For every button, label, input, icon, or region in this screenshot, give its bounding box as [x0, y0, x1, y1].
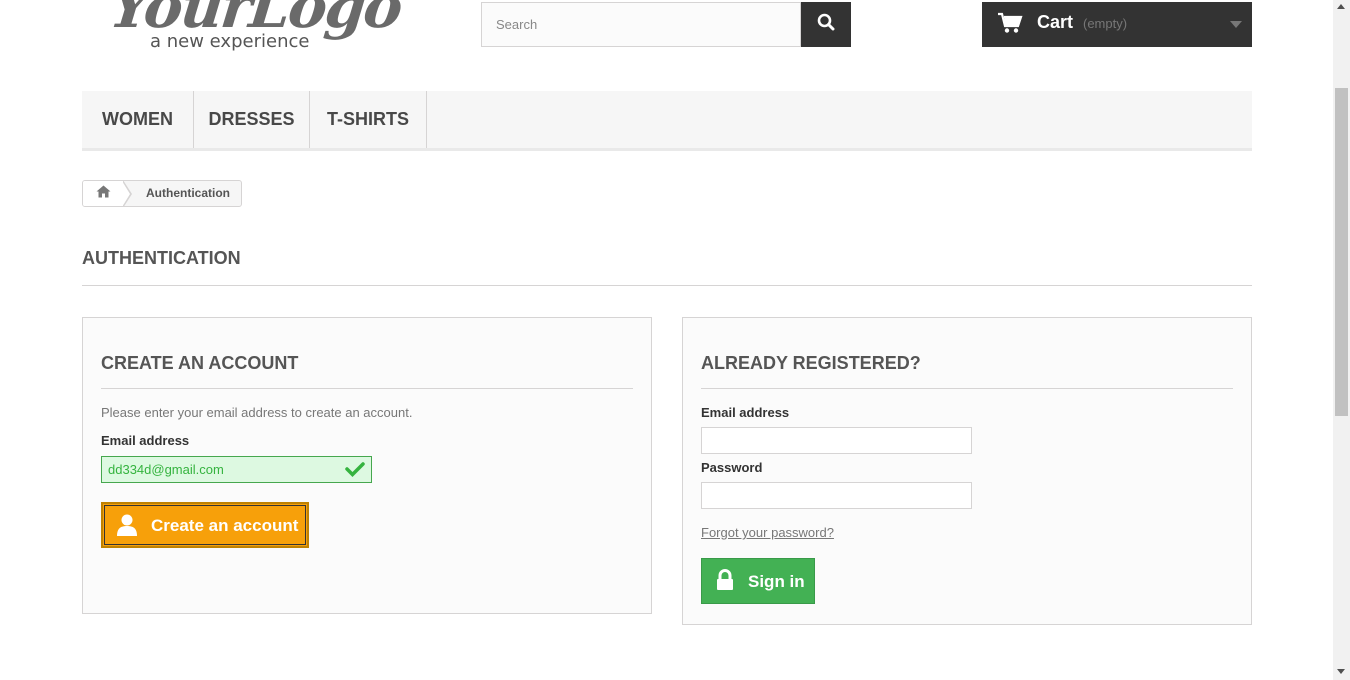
breadcrumb: Authentication [82, 180, 242, 207]
cart-label: Cart [1037, 12, 1074, 32]
chevron-down-icon [1230, 21, 1242, 28]
check-icon [345, 461, 365, 482]
create-email-label: Email address [101, 433, 190, 448]
password-label: Password [701, 460, 763, 475]
top-menu: Women Dresses T-shirts [82, 91, 1252, 151]
create-email-field[interactable] [101, 456, 372, 483]
search-icon [817, 13, 835, 36]
divider [101, 388, 633, 389]
scroll-down-icon[interactable] [1337, 669, 1345, 674]
create-account-form: Create an account Please enter your emai… [82, 317, 652, 614]
create-account-button[interactable]: Create an account [101, 502, 309, 548]
login-title: Already registered? [701, 353, 921, 373]
menu-item-women[interactable]: Women [82, 91, 194, 148]
home-icon [96, 185, 111, 203]
scrollbar[interactable] [1333, 0, 1350, 680]
logo-tagline: a new experience [150, 31, 310, 52]
divider [701, 388, 1233, 389]
create-account-button-label: Create an account [151, 516, 299, 535]
login-form: Already registered? Email address Passwo… [682, 317, 1252, 625]
search-input[interactable] [481, 2, 801, 47]
page-title: Authentication [82, 248, 241, 268]
login-email-label: Email address [701, 405, 790, 420]
cart-button[interactable]: Cart (empty) [982, 2, 1252, 47]
create-account-info: Please enter your email address to creat… [101, 405, 413, 420]
login-email-field[interactable] [701, 427, 972, 454]
sign-in-button-label: Sign in [748, 572, 805, 591]
forgot-password-link[interactable]: Forgot your password? [701, 525, 834, 540]
create-account-title: Create an account [101, 353, 299, 373]
cart-status: (empty) [1083, 16, 1128, 31]
divider [82, 285, 1252, 286]
breadcrumb-current: Authentication [146, 186, 230, 200]
breadcrumb-separator-inner [122, 181, 130, 206]
user-icon [116, 513, 138, 542]
menu-item-tshirts[interactable]: T-shirts [310, 91, 427, 148]
scrollbar-thumb[interactable] [1335, 88, 1348, 416]
scroll-up-icon[interactable] [1337, 4, 1345, 9]
lock-icon [716, 569, 734, 596]
cart-icon [997, 12, 1023, 39]
password-field[interactable] [701, 482, 972, 509]
breadcrumb-home[interactable] [83, 181, 123, 206]
search-button[interactable] [801, 2, 851, 47]
sign-in-button[interactable]: Sign in [701, 558, 815, 604]
menu-item-dresses[interactable]: Dresses [194, 91, 310, 148]
